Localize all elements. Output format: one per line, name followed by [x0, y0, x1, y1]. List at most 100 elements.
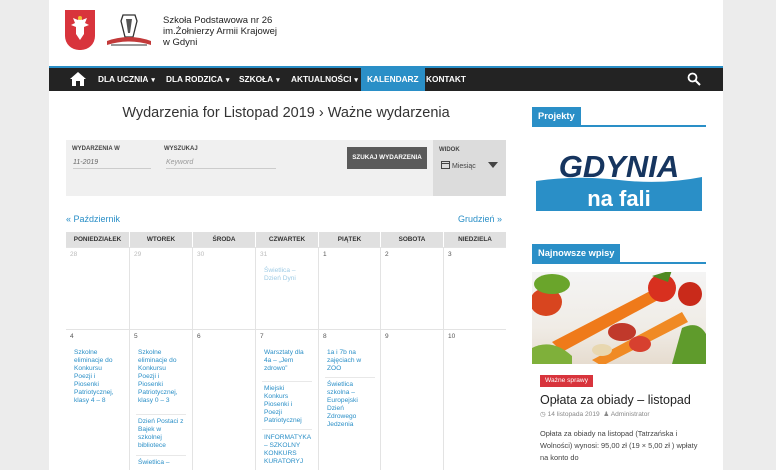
home-icon[interactable] [69, 70, 87, 88]
day-number: 5 [134, 333, 138, 340]
school-name-line1: Szkoła Podstawowa nr 26 [163, 15, 273, 26]
gdynia-logo-bottom: na fali [587, 186, 651, 211]
calendar-event[interactable]: Szkolne eliminacje do Konkursu Poezji i … [138, 349, 184, 405]
calendar-day: 5 Szkolne eliminacje do Konkursu Poezji … [129, 329, 192, 470]
day-number: 10 [448, 333, 456, 340]
post-category-badge[interactable]: Ważne sprawy [540, 375, 593, 387]
widget-rule [532, 262, 706, 264]
search-events-button[interactable]: SZUKAJ WYDARZENIA [347, 147, 427, 169]
calendar-icon [441, 161, 450, 169]
view-label: WIDOK [439, 147, 460, 153]
nav-item-dla-rodzica[interactable]: DLA RODZICA ▾ [166, 68, 229, 91]
date-input[interactable]: 11-2019 [73, 159, 151, 169]
day-number: 6 [197, 333, 201, 340]
nav-label: KONTAKT [426, 74, 466, 84]
day-header: WTOREK [129, 232, 192, 247]
event-divider [136, 414, 186, 415]
page-title: Wydarzenia for Listopad 2019 › Ważne wyd… [66, 105, 506, 121]
calendar-header-row: PONIEDZIAŁEK WTOREK ŚRODA CZWARTEK PIĄTE… [66, 232, 506, 247]
day-number: 1 [323, 251, 327, 258]
nav-item-kalendarz[interactable]: KALENDARZ [361, 68, 425, 91]
prev-month-link[interactable]: « Październik [66, 214, 120, 224]
day-header: NIEDZIELA [443, 232, 506, 247]
nav-item-dla-ucznia[interactable]: DLA UCZNIA ▾ [98, 68, 155, 91]
page-wrapper: Szkoła Podstawowa nr 26 im.Żołnierzy Arm… [49, 0, 723, 470]
day-number: 3 [448, 251, 452, 258]
calendar-day: 29 [129, 247, 192, 329]
calendar-event[interactable]: Świetlica szkolna – Europejski Dzień Zdr… [327, 381, 373, 429]
gdynia-na-fali-logo[interactable]: GDYNIA na fali [536, 147, 702, 211]
day-header: SOBOTA [380, 232, 443, 247]
chevron-down-icon: ▾ [354, 77, 358, 84]
calendar-day: 6 [192, 329, 255, 470]
calendar-day: 1 [318, 247, 380, 329]
chevron-down-icon: ▾ [151, 77, 155, 84]
calendar-day: 7 Warsztaty dla 4a – „Jem zdrowo” Miejsk… [255, 329, 318, 470]
date-label: WYDARZENIA W [72, 146, 120, 152]
keyword-input[interactable]: Keyword [166, 159, 276, 169]
event-divider [136, 455, 186, 456]
post-meta: ◷ 14 listopada 2019 ♟ Administrator [540, 410, 650, 418]
calendar-event[interactable]: Dzień Postaci z Bajek w szkolnej bibliot… [138, 418, 184, 450]
widget-title-projekty: Projekty [532, 107, 581, 125]
calendar-day: 3 [443, 247, 506, 329]
page-title-category[interactable]: Ważne wydarzenia [328, 105, 450, 121]
calendar-day: 28 [66, 247, 129, 329]
post-title[interactable]: Opłata za obiady – listopad [540, 393, 691, 407]
nav-item-aktualnosci[interactable]: AKTUALNOŚCI ▾ [291, 68, 358, 91]
calendar-event[interactable]: INFORMATYKA – SZKOLNY KONKURS KURATORYJ [264, 434, 311, 466]
nav-item-szkola[interactable]: SZKOŁA ▾ [239, 68, 280, 91]
day-number: 8 [323, 333, 327, 340]
day-number: 9 [385, 333, 389, 340]
school-name[interactable]: Szkoła Podstawowa nr 26 im.Żołnierzy Arm… [163, 15, 277, 48]
calendar-day: 8 1a i 7b na zajęciach w ZOO Świetlica s… [318, 329, 380, 470]
event-filter-bar: WYDARZENIA W 11-2019 WYSZUKAJ Keyword SZ… [66, 140, 506, 196]
breadcrumb-separator: › [314, 105, 328, 121]
calendar-day: 31 Świetlica – Dzień Dyni [255, 247, 318, 329]
page-title-main: Wydarzenia for Listopad 2019 [122, 105, 315, 121]
calendar-event[interactable]: 1a i 7b na zajęciach w ZOO [327, 349, 373, 373]
calendar-event[interactable]: Warsztaty dla 4a – „Jem zdrowo” [264, 349, 310, 373]
post-thumbnail-image[interactable] [532, 272, 706, 364]
nav-item-kontakt[interactable]: KONTAKT [426, 68, 466, 91]
day-number: 31 [260, 251, 268, 258]
calendar-event[interactable]: Świetlica – Dzień Dyni [264, 267, 310, 283]
day-number: 28 [70, 251, 78, 258]
search-label: WYSZUKAJ [164, 146, 198, 152]
clock-icon: ◷ [540, 411, 546, 418]
event-divider [262, 429, 312, 430]
school-name-line2: im.Żołnierzy Armii Krajowej [163, 26, 278, 37]
school-name-line3: w Gdyni [163, 37, 198, 48]
calendar-day: 4 Szkolne eliminacje do Konkursu Poezji … [66, 329, 129, 470]
day-number: 2 [385, 251, 389, 258]
widget-title-najnowsze: Najnowsze wpisy [532, 244, 621, 262]
next-month-link[interactable]: Grudzień » [458, 214, 502, 224]
main-nav: DLA UCZNIA ▾ DLA RODZICA ▾ SZKOŁA ▾ AKTUALN… [49, 66, 723, 91]
calendar-event[interactable]: Miejski Konkurs Piosenki i Poezji Patrio… [264, 385, 310, 425]
nav-label: SZKOŁA [239, 74, 274, 84]
calendar-event[interactable]: Świetlica – [138, 459, 184, 467]
polish-emblem-icon[interactable] [65, 10, 95, 50]
day-number: 7 [260, 333, 264, 340]
school-badge-icon[interactable] [103, 11, 155, 51]
nav-label: AKTUALNOŚCI [291, 74, 352, 84]
chevron-down-icon [488, 162, 498, 168]
calendar-day: 2 [380, 247, 443, 329]
event-divider [262, 381, 312, 382]
day-number: 4 [70, 333, 74, 340]
post-date[interactable]: 14 listopada 2019 [548, 411, 600, 418]
chevron-down-icon: ▾ [225, 77, 230, 84]
calendar-event[interactable]: Szkolne eliminacje do Konkursu Poezji i … [74, 349, 120, 405]
day-header: ŚRODA [192, 232, 255, 247]
nav-label: DLA UCZNIA [98, 74, 149, 84]
post-author[interactable]: Administrator [611, 411, 650, 418]
view-select[interactable]: WIDOK Miesiąc [433, 140, 506, 196]
day-header: PONIEDZIAŁEK [73, 236, 122, 243]
nav-label: KALENDARZ [367, 74, 419, 84]
day-number: 30 [197, 251, 205, 258]
search-icon[interactable] [687, 72, 701, 86]
chevron-down-icon: ▾ [276, 77, 280, 84]
day-header: CZWARTEK [255, 232, 318, 247]
event-divider [325, 377, 375, 378]
site-header: Szkoła Podstawowa nr 26 im.Żołnierzy Arm… [49, 0, 723, 66]
